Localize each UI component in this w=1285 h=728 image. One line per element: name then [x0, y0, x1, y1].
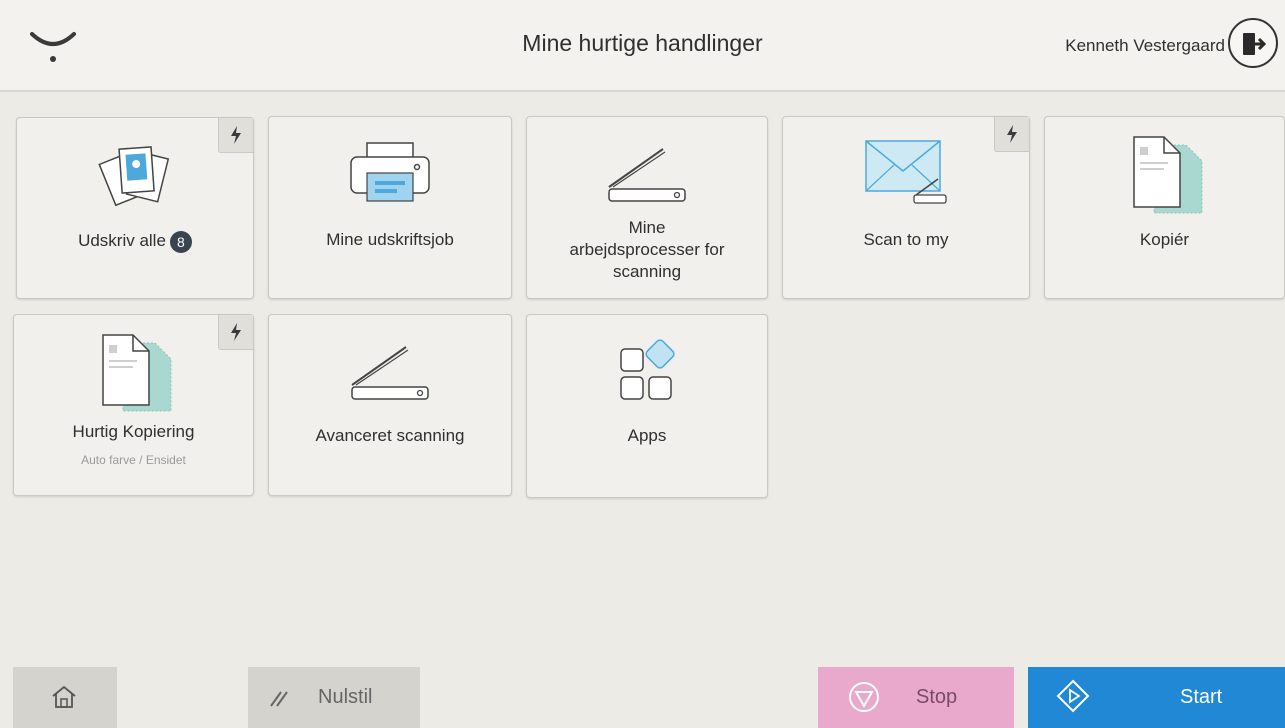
- tile-label: Kopiér: [1139, 230, 1190, 249]
- tile-scan-to-my[interactable]: Scan to my: [782, 116, 1030, 299]
- tile-hurtig-kopiering[interactable]: Hurtig Kopiering Auto farve / Ensidet: [13, 314, 254, 496]
- tile-label: Apps: [627, 426, 667, 445]
- quick-action-indicator: [218, 118, 253, 153]
- tile-udskriv-alle[interactable]: Udskriv alle 8: [16, 117, 254, 299]
- start-label: Start: [1180, 686, 1223, 708]
- copy-document-icon: [101, 334, 171, 412]
- lightning-icon: [231, 323, 241, 341]
- apps-grid-icon: [620, 339, 675, 400]
- documents-photo-icon: [98, 146, 170, 207]
- reset-icon: [270, 691, 288, 707]
- job-count-badge: 8: [169, 230, 192, 253]
- header-bar: Mine hurtige handlinger Kenneth Vesterga…: [0, 0, 1285, 92]
- quick-action-indicator: [994, 117, 1029, 152]
- quick-action-indicator: [218, 315, 253, 350]
- copy-document-icon: [1132, 136, 1202, 214]
- tile-sublabel: Auto farve / Ensidet: [81, 453, 186, 467]
- user-name: Kenneth Vestergaard: [1065, 36, 1225, 55]
- tile-label: Scan to my: [863, 230, 949, 249]
- home-button[interactable]: [13, 667, 117, 728]
- reset-label: Nulstil: [318, 686, 373, 708]
- start-icon: [1056, 679, 1090, 713]
- lightning-icon: [1007, 125, 1017, 143]
- scanner-icon: [351, 346, 429, 400]
- logout-icon: [1243, 33, 1267, 55]
- tile-mine-udskriftsjob[interactable]: Mine udskriftsjob: [268, 116, 512, 299]
- start-button[interactable]: Start: [1028, 667, 1285, 728]
- stop-icon: [849, 682, 879, 712]
- home-icon: [52, 685, 76, 708]
- stop-label: Stop: [916, 686, 958, 708]
- scanner-icon: [608, 148, 686, 202]
- envelope-scanner-icon: [865, 140, 947, 204]
- printer-icon: [350, 142, 430, 202]
- stop-button[interactable]: Stop: [818, 667, 1014, 728]
- tile-label: Mine arbejdsprocesser for scanning: [569, 218, 725, 281]
- logout-button[interactable]: [1228, 18, 1278, 68]
- reset-button[interactable]: Nulstil: [248, 667, 420, 728]
- lightning-icon: [231, 126, 241, 144]
- tile-scan-workflows[interactable]: Mine arbejdsprocesser for scanning: [526, 116, 768, 299]
- tile-label: Hurtig Kopiering: [72, 422, 195, 441]
- tile-label: Udskriv alle 8: [25, 230, 245, 253]
- tile-apps[interactable]: Apps: [526, 314, 768, 498]
- tile-avanceret-scanning[interactable]: Avanceret scanning: [268, 314, 512, 496]
- tile-label: Mine udskriftsjob: [326, 230, 454, 249]
- tile-kopier[interactable]: Kopiér: [1044, 116, 1285, 299]
- tile-label: Avanceret scanning: [315, 426, 465, 445]
